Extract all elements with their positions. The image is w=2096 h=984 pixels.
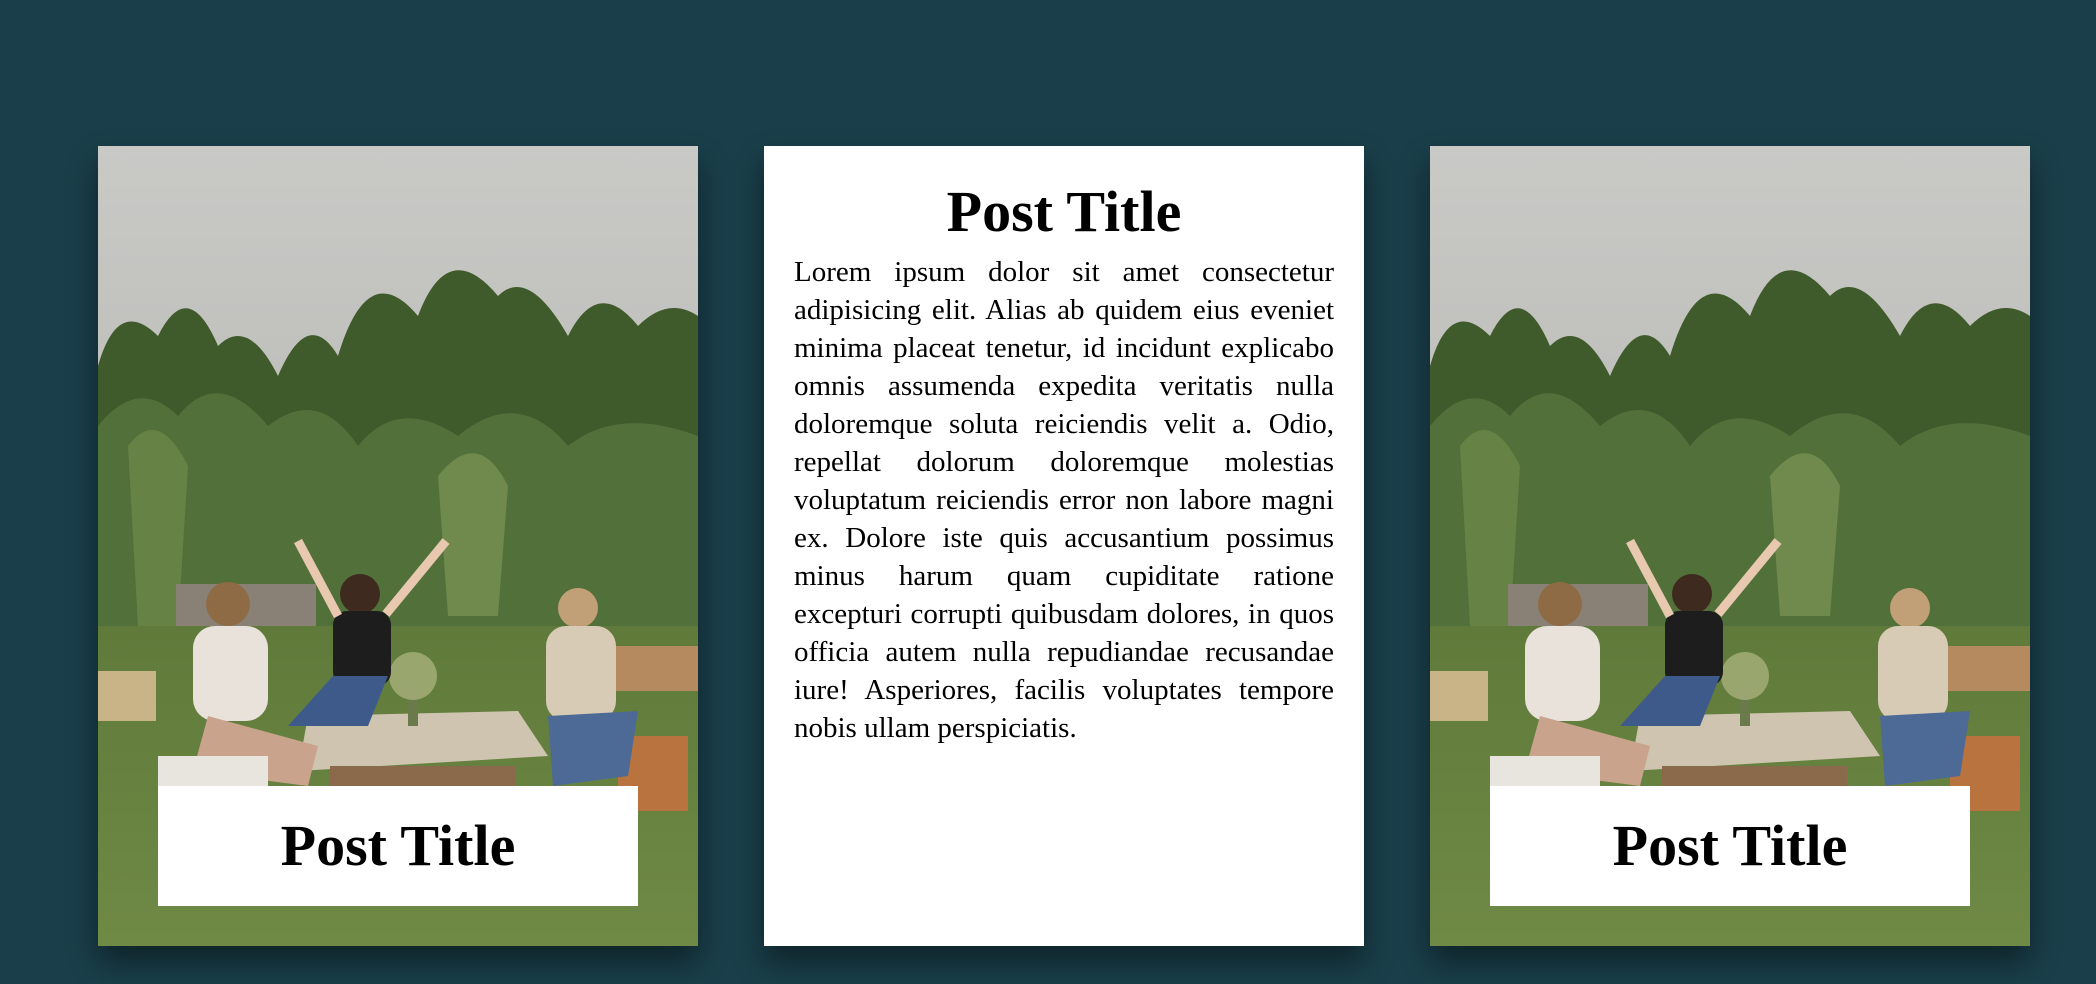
post-card-text[interactable]: Post Title Lorem ipsum dolor sit amet co… [764, 146, 1364, 946]
post-body: Lorem ipsum dolor sit amet consectetur a… [794, 256, 1334, 744]
post-card-image-left[interactable]: Post Title [98, 146, 698, 946]
post-caption: Post Title [158, 786, 638, 906]
post-title[interactable]: Post Title [281, 817, 516, 875]
post-title[interactable]: Post Title [1613, 817, 1848, 875]
post-caption: Post Title [1490, 786, 1970, 906]
post-card-image-right[interactable]: Post Title [1430, 146, 2030, 946]
post-title[interactable]: Post Title [764, 183, 1364, 241]
